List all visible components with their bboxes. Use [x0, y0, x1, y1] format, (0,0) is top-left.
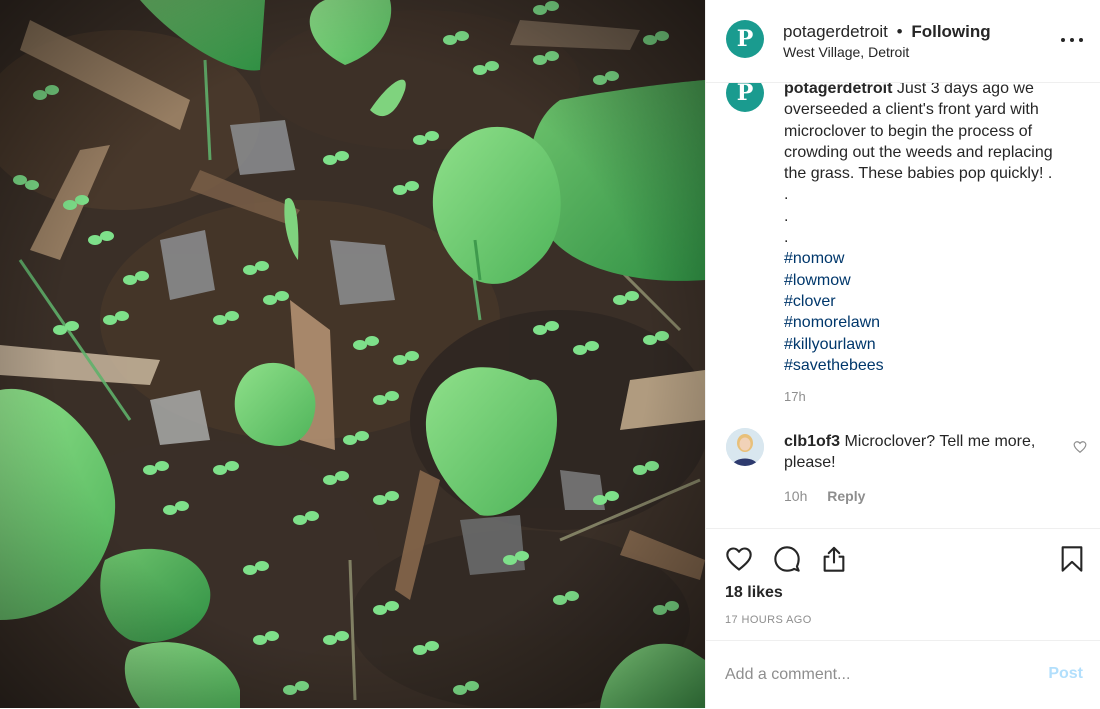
add-comment-bar: Post: [706, 640, 1100, 709]
more-icon[interactable]: [1061, 30, 1083, 50]
hashtag-link[interactable]: #nomow: [784, 248, 1082, 269]
reply-button[interactable]: Reply: [827, 488, 865, 504]
avatar-letter: P: [736, 26, 754, 52]
account-name-link[interactable]: potagerdetroit: [783, 22, 888, 41]
post-header: P potagerdetroit • Following West Villag…: [706, 0, 1100, 83]
account-line: potagerdetroit • Following: [783, 22, 991, 42]
location-link[interactable]: West Village, Detroit: [783, 44, 909, 60]
hashtag-link[interactable]: #clover: [784, 291, 1082, 312]
post-sidebar: P potagerdetroit • Following West Villag…: [705, 0, 1100, 708]
commenter-avatar[interactable]: [726, 428, 764, 466]
clover-seedlings-image: [0, 0, 705, 708]
separator-dot: •: [896, 22, 903, 41]
comment-timestamp: 10h: [784, 488, 808, 504]
comment-icon[interactable]: [773, 545, 801, 573]
caption-line: the grass. These babies pop quickly! .: [784, 165, 1053, 183]
commenter-photo: [726, 428, 764, 466]
account-avatar[interactable]: P: [726, 20, 764, 58]
small-heart-icon[interactable]: [1073, 440, 1087, 454]
likes-count[interactable]: 18 likes: [725, 584, 783, 602]
hashtag-link[interactable]: #nomorelawn: [784, 312, 1082, 333]
comment-author-link[interactable]: clb1of3: [784, 433, 840, 450]
caption-text: potagerdetroit Just 3 days ago we overse…: [784, 78, 1082, 376]
comment-item: clb1of3 Microclover? Tell me more, pleas…: [706, 428, 1100, 518]
heart-icon[interactable]: [725, 545, 753, 573]
caption-line: crowding out the weeds and replacing: [784, 143, 1053, 161]
post-photo[interactable]: [0, 0, 705, 708]
following-button[interactable]: Following: [911, 22, 990, 41]
avatar-letter: P: [736, 80, 754, 106]
share-icon[interactable]: [820, 545, 848, 573]
post-comment-button[interactable]: Post: [1048, 665, 1083, 683]
caption-line: .: [784, 207, 789, 225]
bookmark-icon[interactable]: [1058, 545, 1086, 573]
caption-line: microclover to begin the process of: [784, 122, 1033, 140]
post-timestamp: 17 HOURS AGO: [725, 614, 812, 626]
caption-line: overseeded a client's front yard with: [784, 101, 1039, 119]
caption-line: .: [784, 186, 789, 204]
hashtag-link[interactable]: #killyourlawn: [784, 334, 1082, 355]
comment-meta: 10h Reply: [784, 488, 865, 504]
hashtag-link[interactable]: #savethebees: [784, 355, 1082, 376]
comment-text: clb1of3 Microclover? Tell me more, pleas…: [784, 431, 1054, 473]
action-bar: 18 likes 17 HOURS AGO: [706, 528, 1100, 641]
caption-timestamp: 17h: [784, 389, 806, 404]
comment-input[interactable]: [725, 661, 1015, 689]
hashtag-link[interactable]: #lowmow: [784, 270, 1082, 291]
caption-line: .: [784, 229, 789, 247]
